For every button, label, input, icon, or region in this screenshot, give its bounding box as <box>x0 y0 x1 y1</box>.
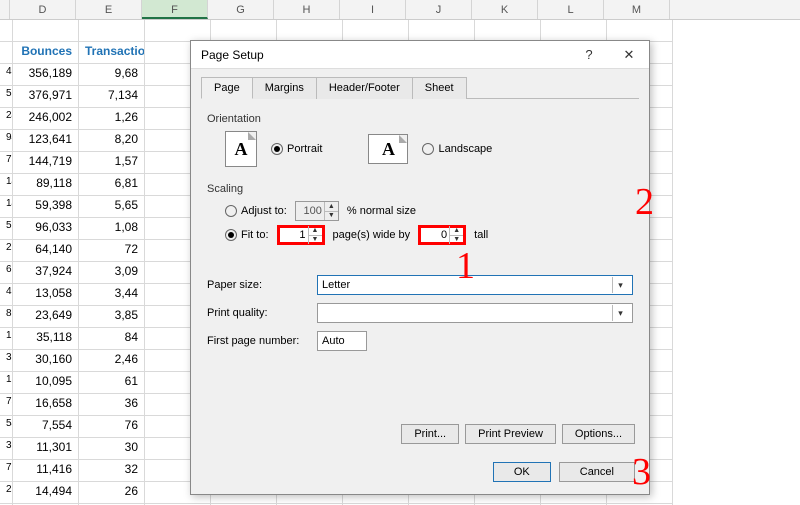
first-page-number-label: First page number: <box>207 335 307 347</box>
column-header[interactable]: M <box>604 0 670 19</box>
fit-suffix-label: tall <box>474 229 488 241</box>
options-button[interactable]: Options... <box>562 424 635 444</box>
portrait-radio-label: Portrait <box>287 143 322 155</box>
column-header[interactable]: G <box>208 0 274 19</box>
print-quality-label: Print quality: <box>207 307 307 319</box>
column-headers: DEFGHIJKLM <box>0 0 800 20</box>
fit-to-label: Fit to: <box>241 229 269 241</box>
paper-size-label: Paper size: <box>207 279 307 291</box>
tab-margins[interactable]: Margins <box>252 77 317 99</box>
column-header[interactable]: D <box>10 0 76 19</box>
dialog-tabs: PageMarginsHeader/FooterSheet <box>201 77 639 99</box>
column-header[interactable]: J <box>406 0 472 19</box>
fit-tall-spin[interactable]: ▲▼ <box>418 225 466 245</box>
column-header[interactable]: I <box>340 0 406 19</box>
landscape-radio[interactable]: Landscape <box>422 143 492 155</box>
cancel-button[interactable]: Cancel <box>559 462 635 482</box>
landscape-icon: A <box>368 134 408 164</box>
column-header[interactable]: F <box>142 0 208 19</box>
chevron-down-icon: ▾ <box>612 277 628 293</box>
page-setup-dialog: Page Setup ? ✕ PageMarginsHeader/FooterS… <box>190 40 650 495</box>
fit-to-radio[interactable]: Fit to: <box>225 229 269 241</box>
fit-middle-label: page(s) wide by <box>333 229 411 241</box>
help-icon[interactable]: ? <box>569 47 609 62</box>
paper-size-select[interactable]: Letter ▾ <box>317 275 633 295</box>
orientation-label: Orientation <box>207 113 633 125</box>
portrait-icon: A <box>225 131 257 167</box>
column-header[interactable]: E <box>76 0 142 19</box>
print-preview-button[interactable]: Print Preview <box>465 424 556 444</box>
portrait-radio[interactable]: Portrait <box>271 143 322 155</box>
print-button[interactable]: Print... <box>401 424 459 444</box>
tab-page[interactable]: Page <box>201 77 253 99</box>
dialog-title: Page Setup <box>201 48 569 62</box>
fit-wide-spin[interactable]: ▲▼ <box>277 225 325 245</box>
tab-header-footer[interactable]: Header/Footer <box>316 77 413 99</box>
ok-button[interactable]: OK <box>493 462 551 482</box>
chevron-down-icon: ▾ <box>612 305 628 321</box>
scaling-label: Scaling <box>207 183 633 195</box>
adjust-to-spin[interactable]: ▲▼ <box>295 201 339 221</box>
tab-sheet[interactable]: Sheet <box>412 77 467 99</box>
column-header[interactable]: K <box>472 0 538 19</box>
close-icon[interactable]: ✕ <box>609 47 649 63</box>
adjust-to-radio[interactable]: Adjust to: <box>225 205 287 217</box>
column-header[interactable]: L <box>538 0 604 19</box>
adjust-to-suffix: % normal size <box>347 205 416 217</box>
adjust-to-label: Adjust to: <box>241 205 287 217</box>
column-header[interactable]: H <box>274 0 340 19</box>
landscape-radio-label: Landscape <box>438 143 492 155</box>
print-quality-select[interactable]: ▾ <box>317 303 633 323</box>
first-page-number-input[interactable]: Auto <box>317 331 367 351</box>
dialog-titlebar: Page Setup ? ✕ <box>191 41 649 69</box>
paper-size-value: Letter <box>322 279 350 291</box>
